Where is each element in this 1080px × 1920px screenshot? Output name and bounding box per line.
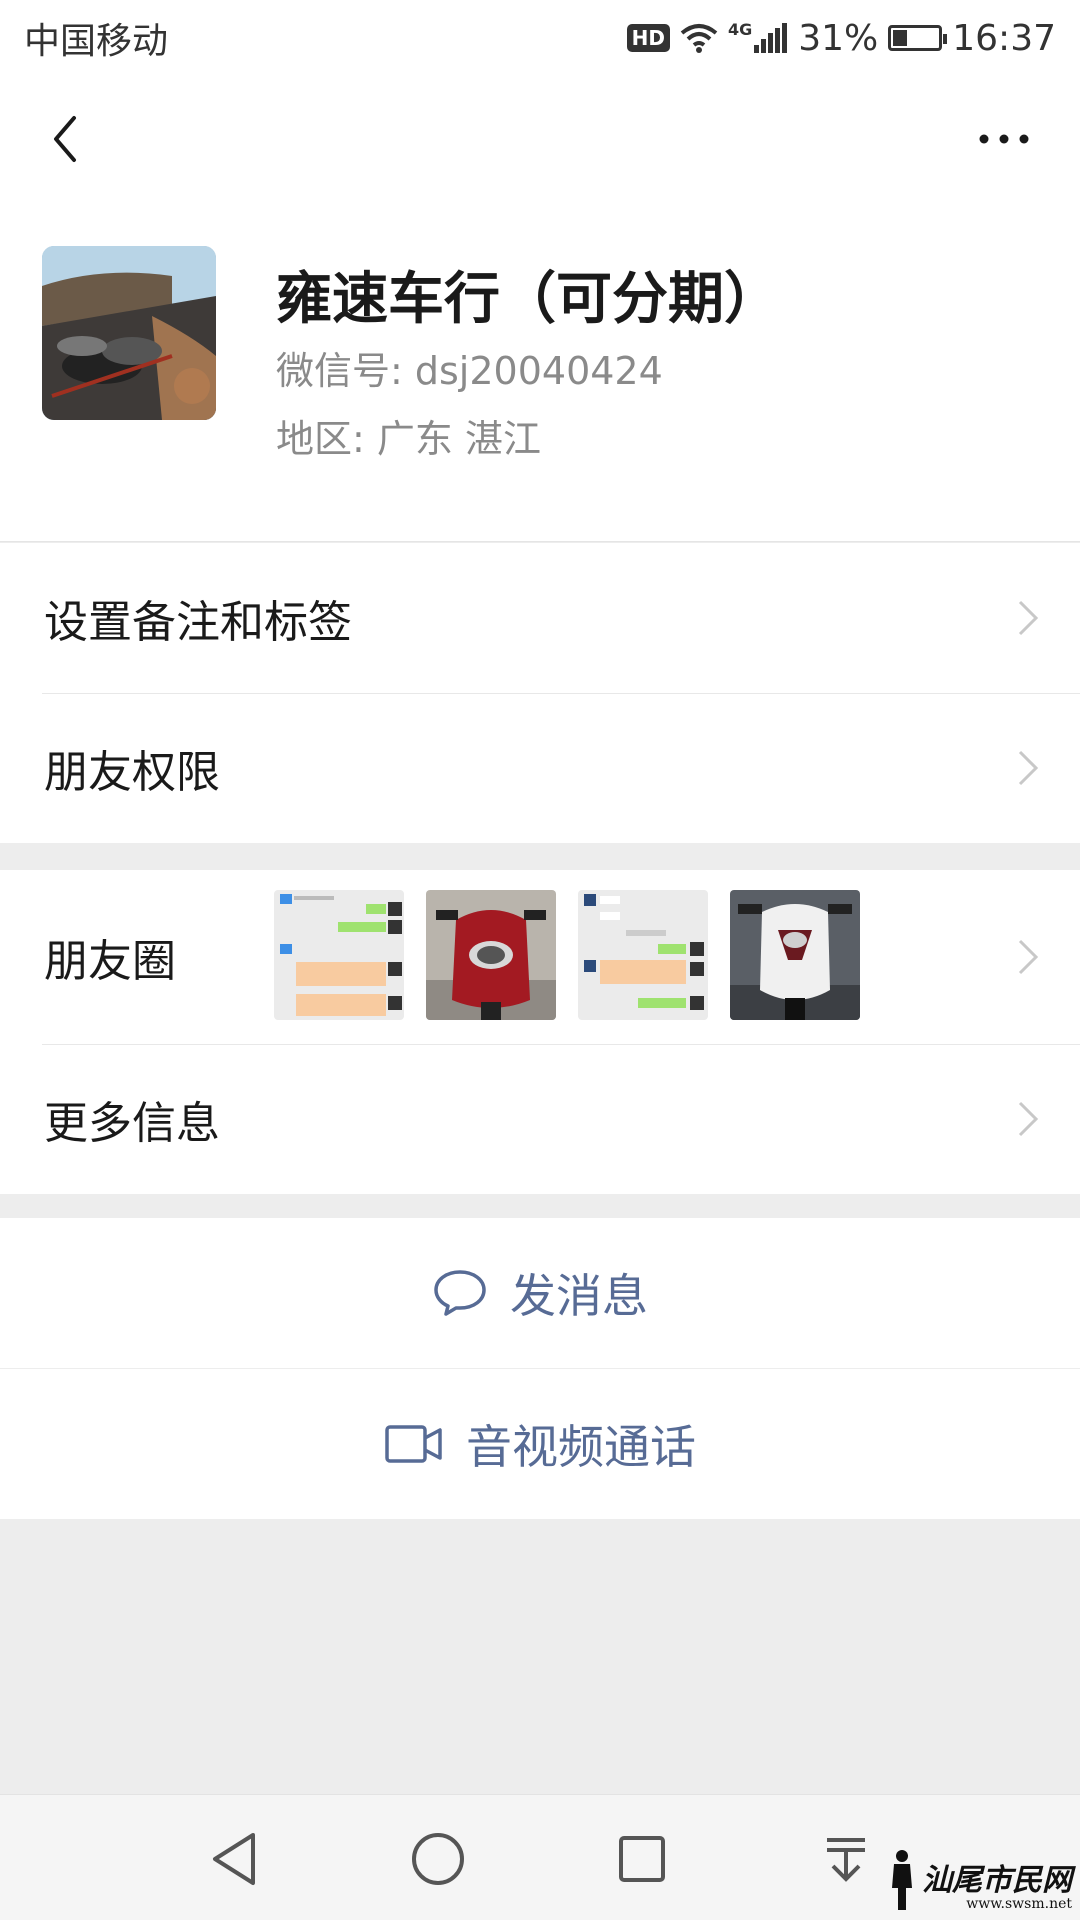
chevron-left-icon	[54, 116, 76, 162]
chevron-right-icon	[1018, 600, 1039, 636]
top-nav	[0, 76, 1080, 202]
moments-label: 朋友圈	[44, 936, 176, 987]
square-recents-icon	[619, 1836, 665, 1882]
more-button[interactable]	[964, 104, 1044, 174]
system-home-button[interactable]	[398, 1819, 478, 1899]
moments-row[interactable]: 朋友圈	[0, 870, 1080, 1044]
system-notification-button[interactable]	[806, 1819, 886, 1899]
moments-thumb-scooter-white	[730, 890, 860, 1020]
region: 地区: 广东 湛江	[276, 417, 541, 461]
clock: 16:37	[952, 17, 1056, 59]
battery-percent: 31%	[798, 17, 879, 59]
system-back-button[interactable]	[194, 1819, 274, 1899]
video-camera-icon	[385, 1425, 442, 1463]
silhouette-figure-icon	[892, 1850, 912, 1910]
avatar[interactable]	[42, 246, 216, 420]
settings-section: 设置备注和标签 朋友权限	[0, 543, 1080, 843]
wechat-id: 微信号: dsj20040424	[276, 349, 663, 393]
carrier-name: 中国移动	[24, 21, 169, 62]
moments-thumb-chat-2	[578, 890, 708, 1020]
status-bar: 中国移动 HD 4G 31% 16:37	[0, 0, 1080, 76]
hd-badge: HD	[626, 24, 670, 52]
profile-header: 雍速车行（可分期） 微信号: dsj20040424 地区: 广东 湛江	[0, 202, 1080, 542]
moments-thumb-chat-1	[274, 890, 404, 1020]
battery-icon	[888, 25, 948, 51]
triangle-back-icon	[213, 1833, 255, 1885]
watermark-url: www.swsm.net	[966, 1896, 1072, 1912]
back-button[interactable]	[30, 104, 100, 174]
remark-tags-row[interactable]: 设置备注和标签	[0, 543, 1080, 693]
more-info-row[interactable]: 更多信息	[0, 1044, 1080, 1194]
chevron-right-icon	[1018, 750, 1039, 786]
friend-permissions-label: 朋友权限	[44, 747, 220, 798]
send-message-label: 发消息	[510, 1269, 648, 1323]
watermark-text: 汕尾市民网	[922, 1863, 1072, 1898]
send-message-button[interactable]: 发消息	[0, 1218, 1080, 1368]
site-watermark: 汕尾市民网 www.swsm.net	[888, 1848, 1072, 1912]
profile-name: 雍速车行（可分期）	[276, 267, 780, 332]
signal-icon	[754, 23, 788, 53]
status-indicators: HD 4G 31% 16:37	[626, 17, 1056, 59]
system-recents-button[interactable]	[602, 1819, 682, 1899]
circle-home-icon	[412, 1833, 464, 1885]
moments-thumbnails	[274, 890, 860, 1020]
ellipsis-icon	[979, 134, 1029, 144]
chat-bubble-icon	[434, 1270, 486, 1316]
wifi-icon	[680, 24, 718, 53]
moments-thumb-scooter-red	[426, 890, 556, 1020]
chevron-right-icon	[1018, 1101, 1039, 1137]
more-info-label: 更多信息	[44, 1098, 220, 1149]
friend-permissions-row[interactable]: 朋友权限	[0, 693, 1080, 843]
remark-tags-label: 设置备注和标签	[44, 597, 352, 648]
video-call-button[interactable]: 音视频通话	[0, 1369, 1080, 1519]
video-call-label: 音视频通话	[466, 1420, 696, 1474]
system-nav-bar: 汕尾市民网 www.swsm.net	[0, 1794, 1080, 1920]
info-section: 朋友圈 更多信息	[0, 870, 1080, 1194]
network-type: 4G	[727, 19, 753, 39]
avatar-photo	[42, 246, 216, 420]
pull-down-icon	[827, 1838, 865, 1882]
chevron-right-icon	[1018, 939, 1039, 975]
